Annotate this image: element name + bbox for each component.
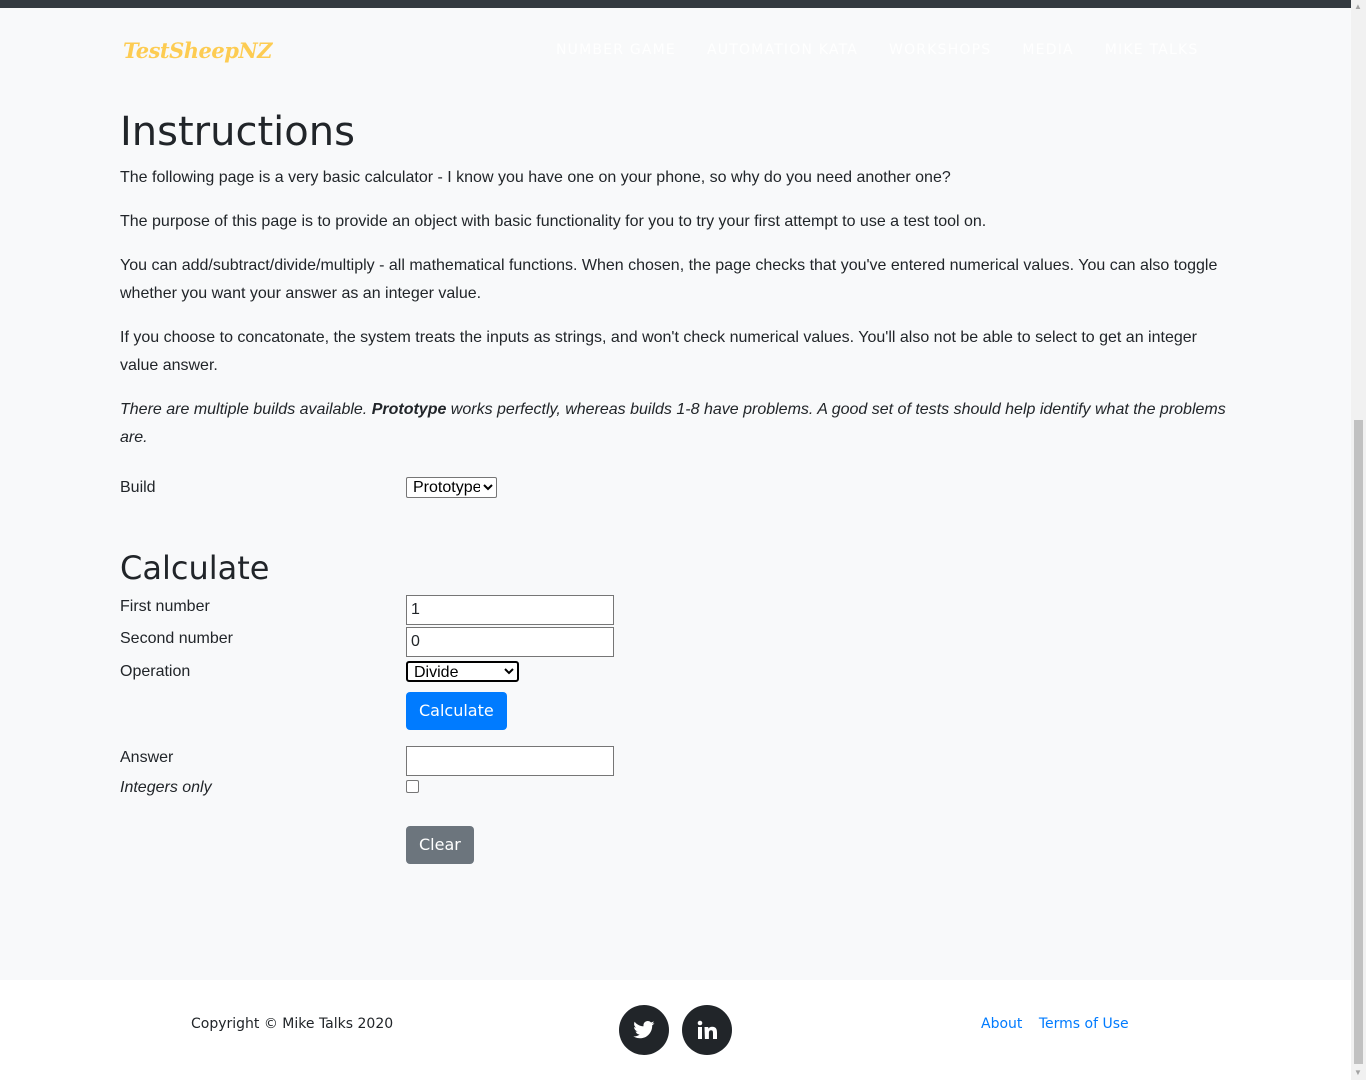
scroll-down-arrow[interactable]: ▼ [1354, 1069, 1362, 1077]
clear-button[interactable]: Clear [406, 826, 474, 864]
copyright-text: Copyright © Mike Talks 2020 [191, 1016, 394, 1032]
nav-link-mike-talks[interactable]: Mike Talks [1105, 42, 1199, 58]
instructions-paragraph-1: The following page is a very basic calcu… [120, 169, 951, 186]
footer: Copyright © Mike Talks 2020 About Terms … [0, 980, 1351, 1080]
nav-link-workshops[interactable]: Workshops [889, 42, 991, 58]
answer-label: Answer [120, 748, 174, 766]
calculate-button-row: Calculate [406, 692, 507, 730]
operation-label: Operation [120, 662, 191, 680]
nav-link-automation-kata[interactable]: Automation Kata [707, 42, 858, 58]
second-number-row: Second number 0 [120, 627, 614, 657]
brand-logo[interactable]: TestSheepNZ [123, 38, 272, 63]
linkedin-icon[interactable] [682, 1005, 732, 1055]
about-link[interactable]: About [981, 1016, 1022, 1032]
prototype-bold: Prototype [371, 401, 447, 418]
second-number-input[interactable]: 0 [406, 627, 614, 657]
instructions-paragraph-3: You can add/subtract/divide/multiply - a… [120, 257, 1218, 302]
build-select[interactable]: Prototype [406, 477, 497, 498]
terms-of-use-link[interactable]: Terms of Use [1039, 1016, 1129, 1032]
integers-only-checkbox[interactable] [406, 779, 419, 793]
operation-select[interactable]: Divide [406, 661, 519, 682]
integers-row: Integers only [120, 779, 419, 797]
instructions-section: Instructions The following page is a ver… [120, 96, 1230, 468]
instructions-paragraph-5: There are multiple builds available. Pro… [120, 396, 1230, 452]
instructions-paragraph-2: The purpose of this page is to provide a… [120, 213, 987, 230]
instructions-title: Instructions [120, 109, 355, 155]
answer-row: Answer [120, 746, 614, 776]
linkedin-glyph [697, 1020, 717, 1039]
scroll-up-arrow[interactable]: ▲ [1354, 3, 1362, 11]
first-number-input[interactable]: 1 [406, 595, 614, 625]
clear-button-row: Clear [406, 826, 474, 864]
first-number-label: First number [120, 597, 210, 615]
page-scrollbar[interactable]: ▲ ▼ [1351, 0, 1366, 1080]
navbar: TestSheepNZ Number Game Automation Kata … [0, 8, 1351, 96]
top-bar [0, 0, 1351, 8]
build-label: Build [120, 478, 156, 496]
scroll-thumb[interactable] [1354, 420, 1363, 1064]
calculate-title: Calculate [120, 549, 270, 587]
nav-link-number-game[interactable]: Number Game [556, 42, 676, 58]
operation-row: Operation Divide [120, 661, 519, 682]
integers-only-label: Integers only [120, 779, 212, 796]
builds-text: There are multiple builds available. [120, 401, 372, 418]
nav-links: Number Game Automation Kata Workshops Me… [556, 42, 1229, 58]
first-number-row: First number 1 [120, 595, 614, 625]
answer-field[interactable] [406, 746, 614, 776]
nav-link-media[interactable]: Media [1022, 42, 1073, 58]
calculate-button[interactable]: Calculate [406, 692, 507, 730]
second-number-label: Second number [120, 629, 233, 647]
twitter-glyph [633, 1021, 655, 1039]
footer-links: About Terms of Use [981, 1016, 1141, 1032]
instructions-paragraph-4: If you choose to concatonate, the system… [120, 329, 1197, 374]
twitter-icon[interactable] [619, 1005, 669, 1055]
build-row: Build Prototype [120, 477, 497, 498]
